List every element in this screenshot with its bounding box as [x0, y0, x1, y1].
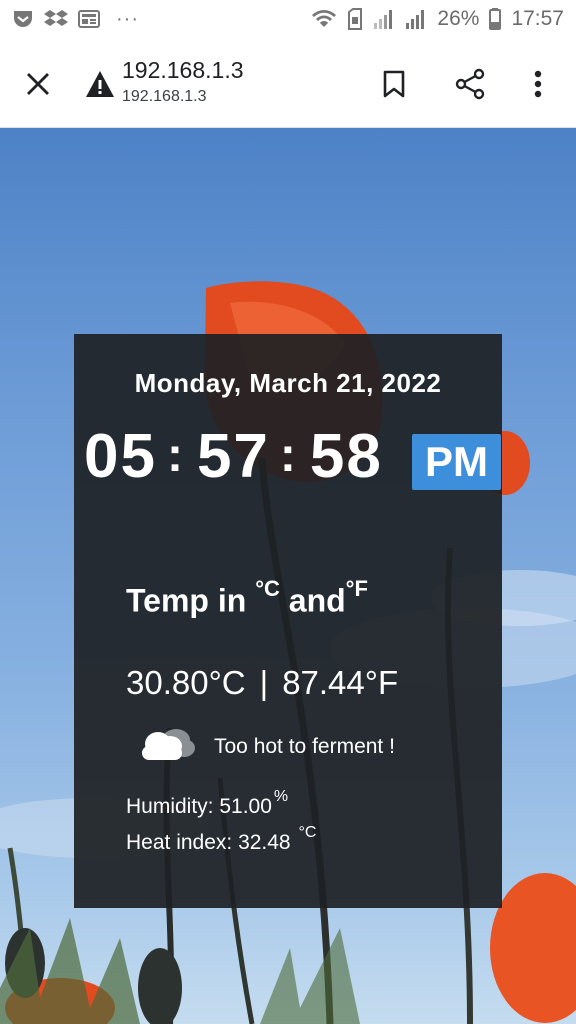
- status-left: ···: [12, 8, 139, 31]
- temp-divider: |: [259, 664, 269, 701]
- clock-display: 05 : 57 : 58: [84, 418, 383, 488]
- clock-seconds: 58: [309, 422, 383, 491]
- heat-index-reading: Heat index: 32.48 °C: [126, 824, 316, 855]
- humidity-reading: Humidity: 51.00%: [126, 788, 288, 819]
- humidity-label: Humidity: 51.00: [126, 795, 272, 818]
- warning-icon[interactable]: [84, 68, 116, 100]
- bookmark-icon[interactable]: [370, 60, 418, 108]
- status-bar: ··· 26% 17:57: [0, 0, 576, 38]
- temp-heading-prefix: Temp in: [126, 582, 247, 619]
- status-time: 17:57: [511, 7, 564, 30]
- share-icon[interactable]: [446, 60, 494, 108]
- ampm-badge: PM: [412, 434, 501, 490]
- wifi-icon: [311, 8, 337, 30]
- heat-index-label: Heat index: 32.48: [126, 831, 291, 854]
- browser-toolbar: 192.168.1.3 192.168.1.3: [0, 38, 576, 128]
- temp-values: 30.80°C | 87.44°F: [126, 664, 398, 702]
- news-icon: [78, 9, 100, 29]
- clock-hours: 05: [84, 422, 157, 491]
- unit-celsius: °C: [255, 576, 280, 601]
- url-block[interactable]: 192.168.1.3 192.168.1.3: [122, 56, 244, 108]
- weather-message: Too hot to ferment !: [214, 734, 395, 758]
- cloud-icon: [136, 724, 196, 769]
- status-right: 26% 17:57: [311, 7, 564, 31]
- temp-fahrenheit: 87.44°F: [282, 664, 399, 701]
- battery-percent: 26%: [437, 7, 480, 30]
- sim-icon: [347, 8, 363, 30]
- page-url: 192.168.1.3: [122, 88, 207, 105]
- temp-heading-and: and: [288, 582, 346, 619]
- signal-icon: [405, 8, 427, 30]
- close-icon[interactable]: [14, 60, 62, 108]
- weather-clock-panel: Monday, March 21, 2022 05 : 57 : 58 PM T…: [74, 334, 502, 908]
- battery-icon: [489, 8, 502, 30]
- more-vert-icon[interactable]: [514, 60, 562, 108]
- heat-index-unit: °C: [298, 824, 317, 841]
- status-more-dots: ···: [116, 7, 139, 30]
- dropbox-icon: [44, 9, 68, 29]
- clock-separator: :: [279, 429, 298, 482]
- temp-heading: Temp in °C and°F: [126, 576, 368, 620]
- unit-fahrenheit: °F: [345, 576, 368, 601]
- clock-minutes: 57: [196, 422, 270, 491]
- humidity-unit: %: [273, 788, 289, 805]
- weather-status-row: Too hot to ferment !: [136, 724, 395, 769]
- pocket-icon: [12, 9, 34, 29]
- signal-icon: [373, 8, 395, 30]
- date-label: Monday, March 21, 2022: [134, 368, 442, 398]
- page-title: 192.168.1.3: [122, 57, 244, 83]
- clock-separator: :: [166, 429, 185, 482]
- temp-celsius: 30.80°C: [126, 664, 246, 701]
